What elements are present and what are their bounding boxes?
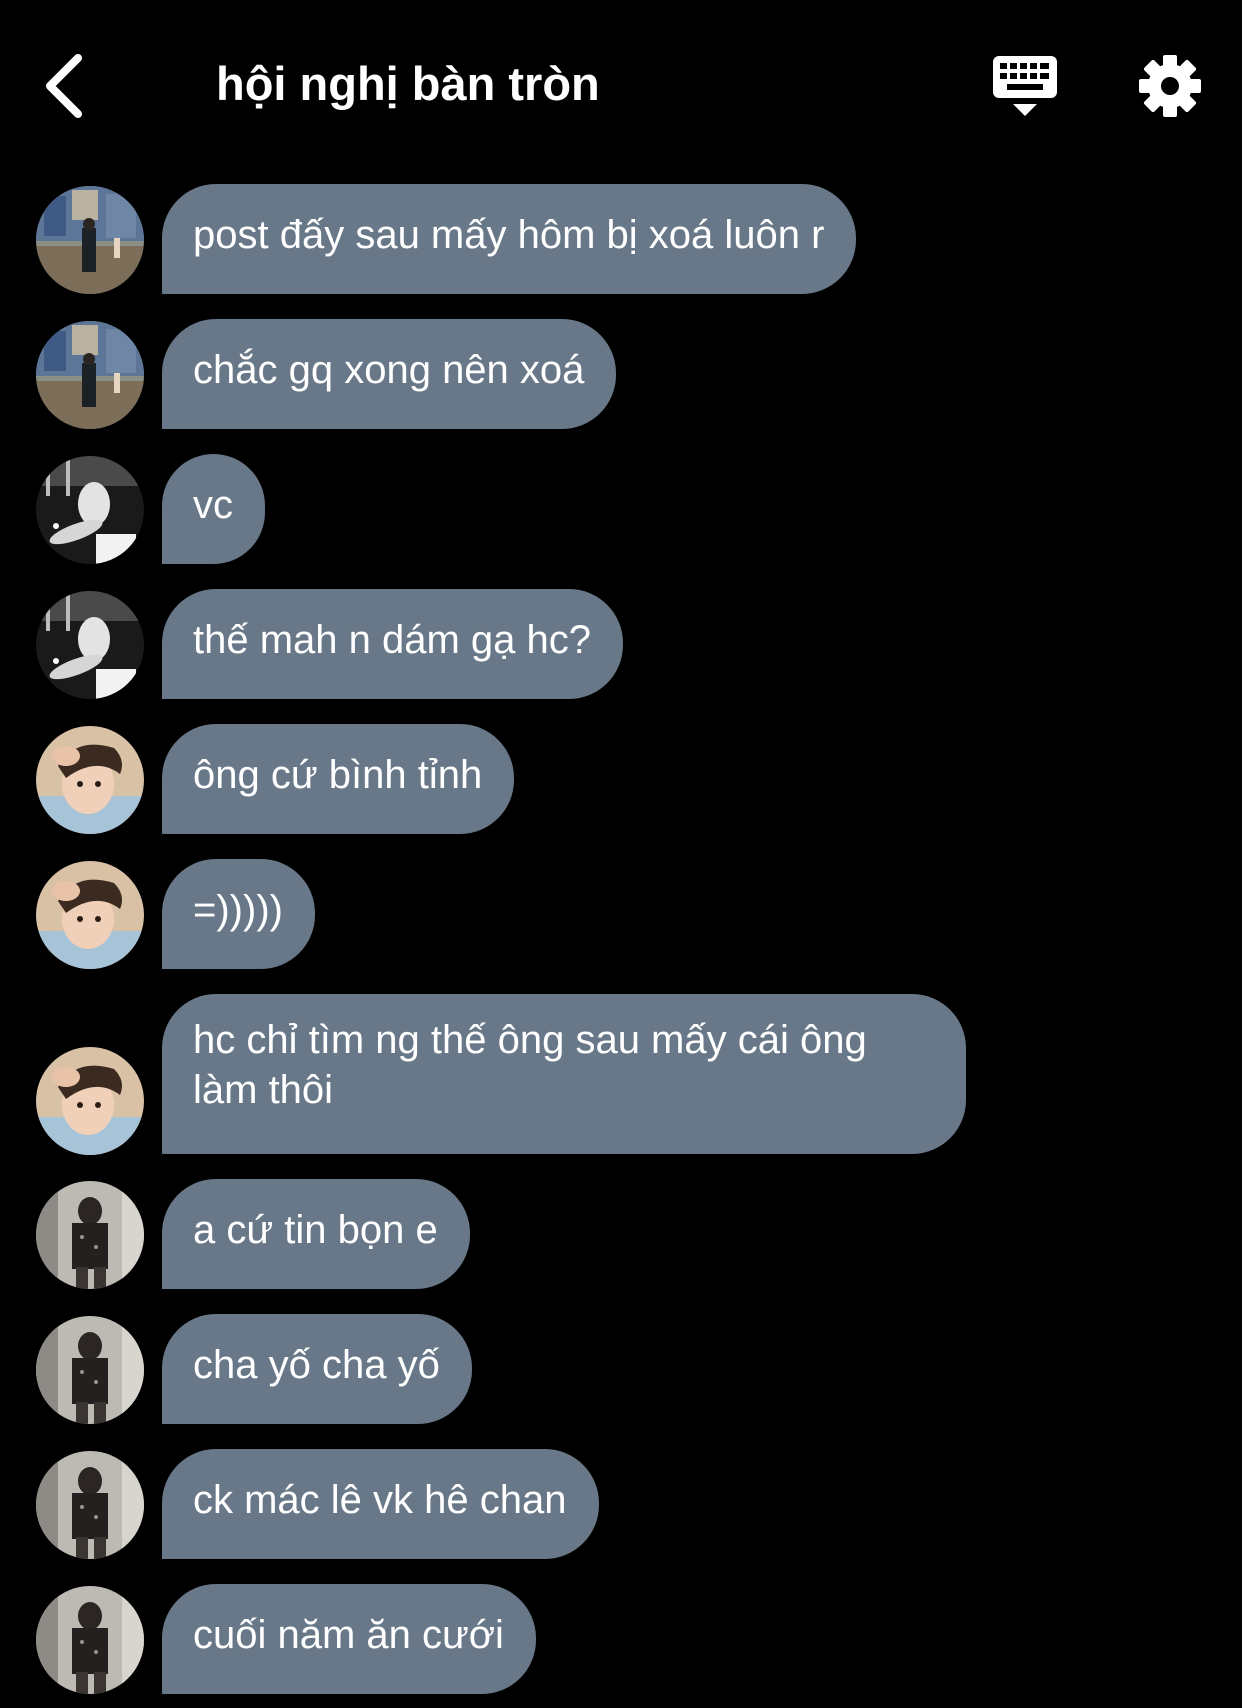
message-bubble[interactable]: vc (162, 454, 265, 564)
message-bubble[interactable]: chắc gq xong nên xoá (162, 319, 617, 429)
message-row: hc chỉ tìm ng thế ông sau mấy cái ông là… (0, 994, 1242, 1155)
avatar[interactable] (36, 861, 144, 969)
avatar[interactable] (36, 321, 144, 429)
message-bubble[interactable]: hc chỉ tìm ng thế ông sau mấy cái ông là… (162, 994, 966, 1154)
message-row: chắc gq xong nên xoá (0, 319, 1242, 429)
avatar[interactable] (36, 1316, 144, 1424)
avatar[interactable] (36, 1181, 144, 1289)
message-row: ck mác lê vk hê chan (0, 1449, 1242, 1559)
avatar[interactable] (36, 1047, 144, 1155)
message-bubble[interactable]: ck mác lê vk hê chan (162, 1449, 599, 1559)
message-bubble[interactable]: cha yố cha yố (162, 1314, 472, 1424)
avatar[interactable] (36, 1451, 144, 1559)
message-row: =))))) (0, 859, 1242, 969)
message-row: ông cứ bình tỉnh (0, 724, 1242, 834)
avatar[interactable] (36, 726, 144, 834)
message-bubble[interactable]: thế mah n dám gạ hc? (162, 589, 624, 699)
avatar[interactable] (36, 591, 144, 699)
message-row: post đấy sau mấy hôm bị xoá luôn r (0, 184, 1242, 294)
message-list[interactable]: post đấy sau mấy hôm bị xoá luôn r chắc … (0, 0, 1242, 1708)
avatar[interactable] (36, 186, 144, 294)
message-row: thế mah n dám gạ hc? (0, 589, 1242, 699)
message-bubble[interactable]: ông cứ bình tỉnh (162, 724, 515, 834)
avatar[interactable] (36, 1586, 144, 1694)
message-bubble[interactable]: cuối năm ăn cưới (162, 1584, 536, 1694)
message-bubble[interactable]: =))))) (162, 859, 315, 969)
message-row: vc (0, 454, 1242, 564)
message-row: cuối năm ăn cưới (0, 1584, 1242, 1694)
message-bubble[interactable]: a cứ tin bọn e (162, 1179, 470, 1289)
avatar[interactable] (36, 456, 144, 564)
message-bubble[interactable]: post đấy sau mấy hôm bị xoá luôn r (162, 184, 857, 294)
message-row: a cứ tin bọn e (0, 1179, 1242, 1289)
message-row: cha yố cha yố (0, 1314, 1242, 1424)
